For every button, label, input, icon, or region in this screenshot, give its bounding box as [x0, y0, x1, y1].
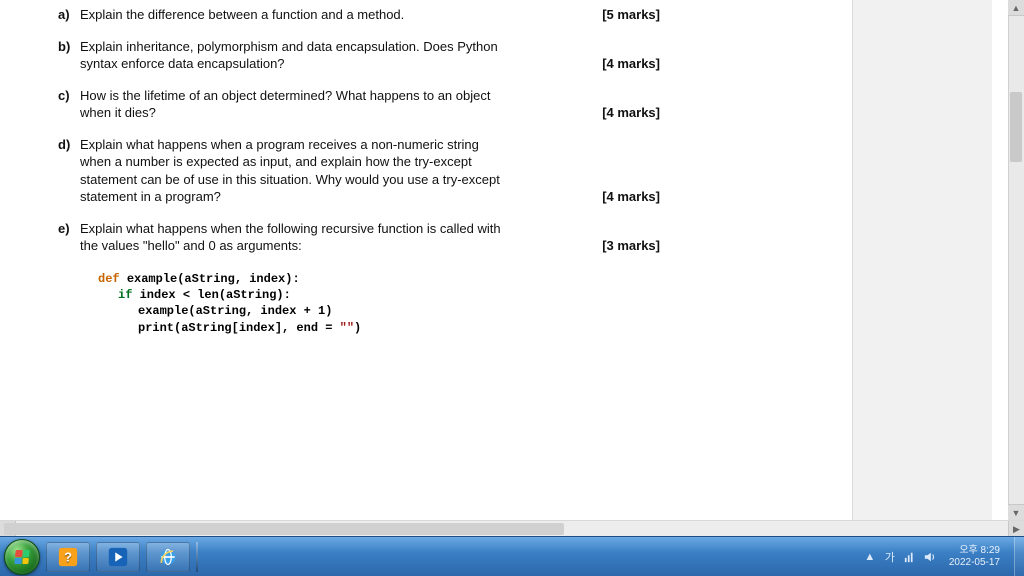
- show-desktop-button[interactable]: [1014, 537, 1024, 576]
- question-letter: a): [58, 6, 70, 24]
- code-snippet: def example(aString, index): if index < …: [98, 271, 660, 336]
- tray-network-icon[interactable]: [903, 550, 917, 564]
- taskbar-app-ie[interactable]: [146, 542, 190, 572]
- question-d: d) Explain what happens when a program r…: [58, 136, 660, 206]
- vertical-scrollbar-track[interactable]: ▲ ▼: [1008, 0, 1024, 520]
- scroll-up-arrow-icon[interactable]: ▲: [1008, 0, 1024, 16]
- taskbar-divider: [196, 542, 198, 572]
- taskbar-app-chegg[interactable]: ?: [46, 542, 90, 572]
- code-string-literal: "": [340, 321, 354, 335]
- scroll-down-arrow-icon[interactable]: ▼: [1008, 504, 1024, 520]
- media-player-icon: [107, 546, 129, 568]
- question-text: statement in a program?: [80, 188, 227, 206]
- question-text: when it dies?: [80, 104, 162, 122]
- start-button[interactable]: [4, 539, 40, 575]
- horizontal-scrollbar-track[interactable]: ◀ ▶: [0, 520, 1024, 536]
- scroll-right-arrow-icon[interactable]: ▶: [1008, 521, 1024, 537]
- question-text: Explain what happens when the following …: [80, 221, 501, 236]
- clock-date: 2022-05-17: [949, 557, 1000, 569]
- tray-volume-icon[interactable]: [923, 550, 937, 564]
- question-letter: e): [58, 220, 70, 238]
- thumbnail-panel: [852, 0, 992, 520]
- question-text: the values "hello" and 0 as arguments:: [80, 237, 308, 255]
- question-marks: [4 marks]: [602, 55, 660, 73]
- code-line-recurse: example(aString, index + 1): [138, 304, 332, 318]
- question-c: c) How is the lifetime of an object dete…: [58, 87, 660, 122]
- windows-logo-icon: [3, 540, 41, 574]
- svg-text:?: ?: [64, 549, 72, 564]
- system-tray: ▲ 가 오후 8:29 2022-05-17: [855, 537, 1014, 576]
- chegg-icon: ?: [57, 546, 79, 568]
- question-text: syntax enforce data encapsulation?: [80, 55, 291, 73]
- vertical-scrollbar-thumb[interactable]: [1010, 92, 1022, 162]
- tray-chevron-up-icon[interactable]: ▲: [863, 550, 877, 564]
- question-text: statement can be of use in this situatio…: [80, 172, 500, 187]
- taskbar: ? ▲ 가 오후 8:29 2022-05-: [0, 536, 1024, 576]
- question-letter: b): [58, 38, 70, 56]
- code-fn-decl: example(aString, index):: [127, 272, 300, 286]
- code-keyword-if: if: [118, 288, 140, 302]
- question-text: when a number is expected as input, and …: [80, 154, 472, 169]
- taskbar-app-media[interactable]: [96, 542, 140, 572]
- document-page: a) Explain the difference between a func…: [0, 0, 700, 520]
- question-a: a) Explain the difference between a func…: [58, 6, 660, 24]
- question-text: How is the lifetime of an object determi…: [80, 88, 490, 103]
- question-letter: c): [58, 87, 70, 105]
- code-condition: index < len(aString):: [140, 288, 291, 302]
- screenshot-root: a) Explain the difference between a func…: [0, 0, 1024, 576]
- taskbar-clock[interactable]: 오후 8:29 2022-05-17: [943, 545, 1006, 568]
- internet-explorer-icon: [157, 546, 179, 568]
- right-sidebar: ▲ ▼: [844, 0, 1024, 520]
- question-b: b) Explain inheritance, polymorphism and…: [58, 38, 660, 73]
- question-letter: d): [58, 136, 70, 154]
- question-text: Explain inheritance, polymorphism and da…: [80, 39, 498, 54]
- question-e: e) Explain what happens when the followi…: [58, 220, 660, 255]
- question-marks: [5 marks]: [602, 6, 660, 24]
- tray-language-icon[interactable]: 가: [883, 550, 897, 564]
- code-line-print-c: ): [354, 321, 361, 335]
- horizontal-scrollbar-thumb[interactable]: [4, 523, 564, 535]
- code-keyword-def: def: [98, 272, 127, 286]
- clock-time: 오후 8:29: [949, 545, 1000, 557]
- question-marks: [4 marks]: [602, 188, 660, 206]
- code-line-print-a: print(aString[index], end =: [138, 321, 340, 335]
- question-text: Explain what happens when a program rece…: [80, 137, 479, 152]
- question-marks: [4 marks]: [602, 104, 660, 122]
- question-marks: [3 marks]: [602, 237, 660, 255]
- question-text: Explain the difference between a functio…: [80, 6, 410, 24]
